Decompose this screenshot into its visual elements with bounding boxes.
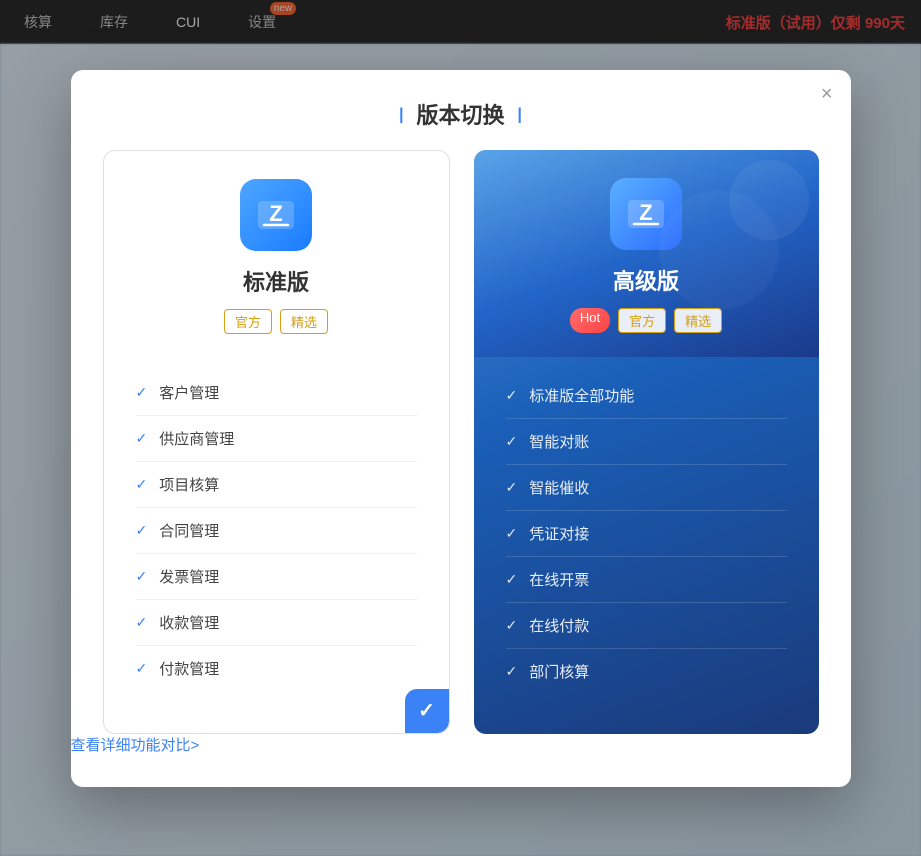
title-main: 版本切换 [416,103,504,128]
check-icon: ✓ [506,663,518,680]
check-icon: ✓ [506,617,518,634]
standard-feature-list: ✓ 客户管理 ✓ 供应商管理 ✓ 项目核算 ✓ 合同管理 ✓ 发票管理 ✓ 收款管理 ✓ 付款… [104,354,449,707]
premium-tag-row: Hot 官方 精选 [570,308,722,333]
list-item: ✓ 凭证对接 [506,511,787,557]
check-icon: ✓ [136,614,148,631]
svg-text:Z: Z [269,201,282,226]
list-item: ✓ 智能对账 [506,419,787,465]
feature-label: 在线开票 [529,569,589,590]
list-item: ✓ 合同管理 [136,508,417,554]
check-icon: ✓ [136,522,148,539]
list-item: ✓ 部门核算 [506,649,787,694]
premium-tag-jingxuan: 精选 [674,308,722,333]
title-bar-right: I [517,103,523,128]
list-item: ✓ 供应商管理 [136,416,417,462]
premium-card-header: Z 高级版 Hot 官方 精选 [474,150,819,357]
premium-card-name: 高级版 [613,264,679,296]
selected-badge: ✓ [405,689,449,733]
title-bar-left: I [398,103,404,128]
standard-tag-selected: 精选 [280,309,328,334]
premium-card[interactable]: Z 高级版 Hot 官方 精选 ✓ 标准版全部功能 ✓ 智能对账 ✓ 智能催收 [474,150,819,734]
feature-label: 部门核算 [529,661,589,682]
feature-label: 收款管理 [159,612,219,633]
check-icon: ✓ [136,384,148,401]
standard-card[interactable]: Z 标准版 官方 精选 ✓ 客户管理 ✓ 供应商管理 ✓ 项目核算 ✓ 合同管理 [103,150,450,734]
close-button[interactable]: × [821,84,833,104]
feature-label: 在线付款 [529,615,589,636]
feature-label: 智能对账 [529,431,589,452]
list-item: ✓ 智能催收 [506,465,787,511]
compare-link[interactable]: 查看详细功能对比> [71,737,200,754]
list-item: ✓ 客户管理 [136,370,417,416]
feature-label: 供应商管理 [159,428,234,449]
standard-tag-row: 官方 精选 [224,309,328,334]
svg-text:Z: Z [639,200,652,225]
list-item: ✓ 标准版全部功能 [506,373,787,419]
modal-overlay: × I 版本切换 I Z 标准版 [0,0,921,856]
feature-label: 标准版全部功能 [529,385,634,406]
check-icon: ✓ [506,433,518,450]
standard-card-icon: Z [240,179,312,251]
feature-label: 付款管理 [159,658,219,679]
checkmark-icon: ✓ [418,698,435,723]
feature-label: 智能催收 [529,477,589,498]
check-icon: ✓ [506,571,518,588]
standard-card-header: Z 标准版 官方 精选 [104,151,449,354]
premium-feature-list: ✓ 标准版全部功能 ✓ 智能对账 ✓ 智能催收 ✓ 凭证对接 ✓ 在线开票 ✓ 在线付款 ✓… [474,357,819,710]
check-icon: ✓ [136,660,148,677]
modal-title: I 版本切换 I [71,70,851,150]
premium-tag-hot: Hot [570,308,610,333]
standard-tag-official: 官方 [224,309,272,334]
cards-container: Z 标准版 官方 精选 ✓ 客户管理 ✓ 供应商管理 ✓ 项目核算 ✓ 合同管理 [71,150,851,734]
version-switch-modal: × I 版本切换 I Z 标准版 [71,70,851,787]
standard-card-name: 标准版 [243,265,309,297]
check-icon: ✓ [136,568,148,585]
feature-label: 合同管理 [159,520,219,541]
premium-card-icon: Z [610,178,682,250]
premium-tag-official: 官方 [618,308,666,333]
check-icon: ✓ [506,387,518,404]
check-icon: ✓ [506,525,518,542]
list-item: ✓ 在线开票 [506,557,787,603]
check-icon: ✓ [136,476,148,493]
feature-label: 客户管理 [159,382,219,403]
list-item: ✓ 付款管理 [136,646,417,691]
list-item: ✓ 项目核算 [136,462,417,508]
check-icon: ✓ [136,430,148,447]
list-item: ✓ 在线付款 [506,603,787,649]
feature-label: 凭证对接 [529,523,589,544]
feature-label: 发票管理 [159,566,219,587]
check-icon: ✓ [506,479,518,496]
feature-label: 项目核算 [159,474,219,495]
list-item: ✓ 收款管理 [136,600,417,646]
list-item: ✓ 发票管理 [136,554,417,600]
